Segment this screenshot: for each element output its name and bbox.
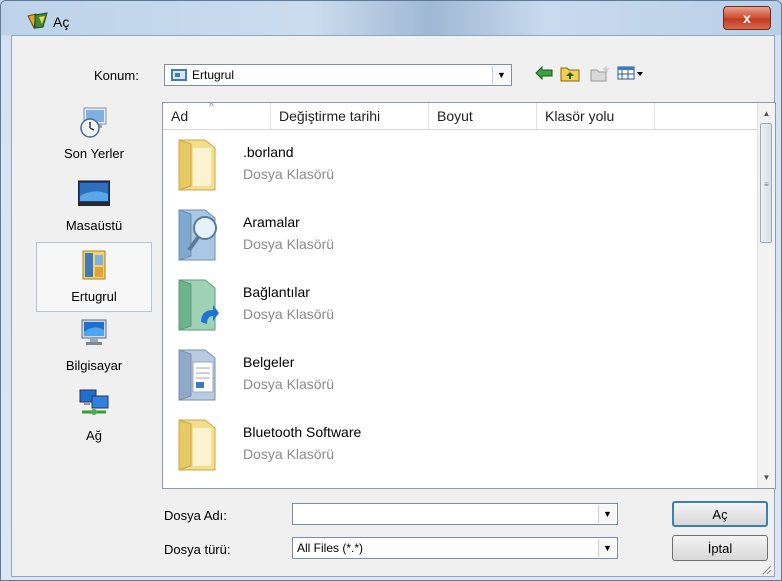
location-folder-icon bbox=[171, 68, 187, 82]
file-name: .borland bbox=[243, 144, 294, 160]
recent-places-icon bbox=[78, 106, 110, 138]
up-folder-icon[interactable] bbox=[560, 63, 580, 83]
place-label: Bilgisayar bbox=[65, 358, 123, 373]
chevron-down-icon[interactable]: ▼ bbox=[492, 66, 510, 84]
open-button[interactable]: Aç bbox=[672, 501, 768, 527]
file-list[interactable]: Ad ^ Değiştirme tarihi Boyut Klasör yolu… bbox=[162, 102, 776, 489]
filename-label: Dosya Adı: bbox=[164, 508, 227, 523]
place-label: Ertugrul bbox=[71, 289, 117, 304]
scroll-thumb[interactable]: ≡ bbox=[760, 123, 772, 243]
places-bar: Son Yerler Masaüstü Ertugrul Bilgisayar bbox=[36, 100, 152, 486]
filetype-label: Dosya türü: bbox=[164, 542, 231, 557]
list-item[interactable]: Bağlantılar Dosya Klasörü bbox=[163, 270, 757, 340]
new-folder-icon[interactable] bbox=[590, 63, 610, 83]
file-name: Belgeler bbox=[243, 354, 295, 370]
chevron-down-icon[interactable]: ▼ bbox=[598, 505, 616, 523]
file-name: Aramalar bbox=[243, 214, 300, 230]
list-item[interactable]: Aramalar Dosya Klasörü bbox=[163, 200, 757, 270]
desktop-icon bbox=[77, 178, 111, 210]
list-item[interactable]: Bluetooth Software Dosya Klasörü bbox=[163, 410, 757, 480]
open-dialog-window: Aç x Konum: Ertugrul ▼ Son Yerler Masaüs… bbox=[0, 0, 782, 581]
place-desktop[interactable]: Masaüstü bbox=[36, 172, 152, 242]
user-folder-icon bbox=[79, 249, 111, 281]
file-name: Bluetooth Software bbox=[243, 424, 362, 440]
filename-input[interactable]: ▼ bbox=[292, 503, 618, 525]
cancel-button[interactable]: İptal bbox=[672, 535, 768, 561]
place-user[interactable]: Ertugrul bbox=[36, 242, 152, 312]
computer-icon bbox=[78, 318, 110, 350]
filetype-select[interactable]: All Files (*.*) ▼ bbox=[292, 537, 618, 559]
place-computer[interactable]: Bilgisayar bbox=[36, 312, 152, 382]
documents-folder-icon bbox=[175, 344, 219, 404]
file-type: Dosya Klasörü bbox=[243, 306, 335, 322]
vertical-scrollbar[interactable]: ▲ ≡ ▼ bbox=[757, 103, 775, 488]
location-value: Ertugrul bbox=[192, 68, 235, 82]
place-label: Ağ bbox=[86, 428, 102, 443]
window-title: Aç bbox=[53, 14, 70, 30]
back-arrow-icon[interactable] bbox=[534, 63, 554, 83]
list-item[interactable]: .borland Dosya Klasörü bbox=[163, 130, 757, 200]
view-menu-icon[interactable] bbox=[616, 63, 646, 83]
chevron-down-icon[interactable]: ▼ bbox=[598, 539, 616, 557]
dialog-body: Konum: Ertugrul ▼ Son Yerler Masaüstü Er… bbox=[11, 35, 776, 577]
links-folder-icon bbox=[175, 274, 219, 334]
place-network[interactable]: Ağ bbox=[36, 382, 152, 452]
column-header-row: Ad ^ Değiştirme tarihi Boyut Klasör yolu bbox=[163, 103, 757, 130]
column-header-name[interactable]: Ad ^ bbox=[163, 103, 271, 129]
file-type: Dosya Klasörü bbox=[243, 166, 335, 182]
plain-folder-icon bbox=[175, 414, 219, 474]
plain-folder-icon bbox=[175, 134, 219, 194]
location-combo[interactable]: Ertugrul ▼ bbox=[164, 64, 512, 86]
location-label: Konum: bbox=[94, 68, 139, 83]
file-type: Dosya Klasörü bbox=[243, 446, 335, 462]
network-icon bbox=[78, 388, 110, 420]
place-recent[interactable]: Son Yerler bbox=[36, 100, 152, 170]
sort-ascending-icon: ^ bbox=[209, 102, 214, 113]
file-name: Bağlantılar bbox=[243, 284, 310, 300]
file-type: Dosya Klasörü bbox=[243, 236, 335, 252]
title-bar[interactable]: Aç x bbox=[1, 1, 781, 35]
column-header-size[interactable]: Boyut bbox=[429, 103, 537, 129]
app-icon bbox=[27, 12, 49, 30]
scroll-down-icon[interactable]: ▼ bbox=[758, 469, 775, 486]
list-item[interactable]: Belgeler Dosya Klasörü bbox=[163, 340, 757, 410]
column-header-folder-path[interactable]: Klasör yolu bbox=[537, 103, 655, 129]
file-type: Dosya Klasörü bbox=[243, 376, 335, 392]
close-button[interactable]: x bbox=[723, 6, 771, 30]
place-label: Son Yerler bbox=[64, 146, 124, 161]
column-header-modified[interactable]: Değiştirme tarihi bbox=[271, 103, 429, 129]
scroll-up-icon[interactable]: ▲ bbox=[758, 105, 775, 122]
searches-folder-icon bbox=[175, 204, 219, 264]
resize-grip-icon[interactable] bbox=[760, 562, 772, 575]
place-label: Masaüstü bbox=[65, 218, 123, 233]
